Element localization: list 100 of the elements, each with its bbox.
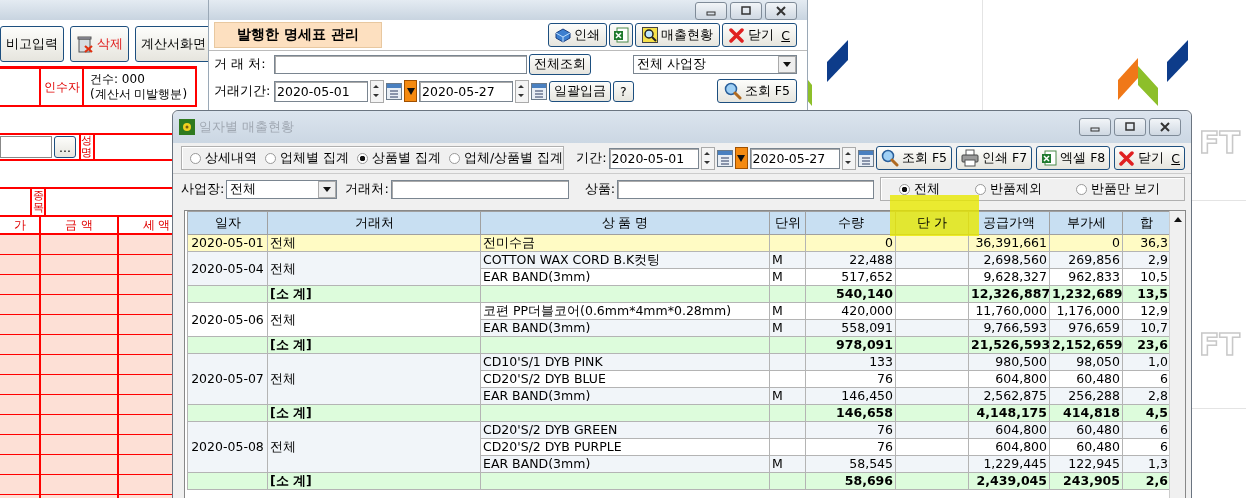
spin-button[interactable] [515,79,529,103]
close-icon [1119,150,1136,166]
radio-button[interactable] [190,152,201,164]
close-button[interactable] [1149,118,1181,136]
spin-button[interactable] [842,146,856,170]
period-label: 거래기간: [214,82,272,100]
table-cell: 2020-05-06 [187,302,268,337]
search-all-button[interactable]: 전체조회 [529,53,591,75]
calendar-icon[interactable] [716,149,733,167]
scroll-up-icon [1173,217,1182,222]
action-button[interactable]: 조회 F5 [875,146,953,170]
product-field[interactable] [617,179,875,199]
search-icon [723,82,742,100]
column-header: 금 액 [65,216,93,234]
radio-label[interactable]: 상품별 집계 [372,149,441,167]
magnifier-icon [642,27,659,43]
site-label: 사업장: [181,180,225,198]
count-note: (계산서 미발행분) [90,87,188,102]
calendar-icon[interactable] [857,149,874,167]
table-cell: 전체 [267,353,481,405]
recipient-label: 인수자 [43,78,80,96]
client-label: 거래처: [345,180,389,198]
column-header[interactable]: 일자 [187,211,268,235]
action-button[interactable]: 엑셀 F8 [1036,146,1111,170]
radio-button[interactable] [1076,183,1087,195]
trash-icon [76,35,94,53]
search-button[interactable]: 조회 F5 [716,79,797,103]
help-button[interactable]: ? [613,80,634,102]
client-field[interactable] [390,179,569,199]
calendar-icon[interactable] [386,82,402,100]
toolbar-button[interactable]: 인쇄 [548,23,608,47]
column-header[interactable]: 단위 [769,211,806,235]
caret-icon [323,186,332,192]
toolbar-button[interactable] [609,23,634,47]
search-icon [880,149,899,167]
dropdown-button[interactable] [404,80,417,102]
toolbar-button[interactable]: 비고입력 [0,26,64,62]
radio-label[interactable]: 반품제외 [989,180,1042,198]
maximize-button[interactable] [1114,118,1146,136]
column-header[interactable]: 상 품 명 [480,211,770,235]
spreadsheet-icon [613,27,630,43]
app-icon [179,119,195,135]
date-field[interactable]: 2020-05-01 [274,80,368,102]
close-icon [729,27,746,43]
column-header: 세 액 [142,216,171,234]
browse-button[interactable]: ... [54,136,76,158]
client-label: 거 래 처: [214,55,267,73]
toolbar-button[interactable]: 삭제 [70,26,129,62]
table-cell: 전체 [267,302,481,337]
table-cell: 2020-05-07 [187,353,268,405]
site-dropdown[interactable]: 전체 [226,179,338,199]
maximize-icon [741,6,751,16]
spreadsheet-icon [1041,150,1058,166]
close-button[interactable] [765,2,797,20]
radio-label[interactable]: 업체/상품별 집계 [463,149,564,167]
spin-button[interactable] [701,146,715,170]
item-label: 종목 [32,189,44,215]
site-dropdown[interactable]: 전체 사업장 [633,54,797,74]
radio-button[interactable] [265,152,276,164]
radio-button[interactable] [899,183,910,195]
input-field[interactable] [0,136,52,158]
radio-label[interactable]: 업체별 집계 [280,149,349,167]
date-field[interactable]: 2020-05-01 [608,147,700,169]
column-header[interactable]: 부가세 [1049,211,1123,235]
column-header[interactable]: 거래처 [267,211,481,235]
table-cell: 2020-05-08 [187,421,268,473]
name-label: 성명 [81,134,93,160]
radio-button[interactable] [448,152,460,164]
radio-button[interactable] [974,183,986,195]
column-header: 가 [13,216,26,234]
spin-button[interactable] [370,79,384,103]
period-label: 기간: [576,149,607,167]
column-header[interactable]: 합 [1122,211,1171,235]
date-field[interactable]: 2020-05-27 [749,147,841,169]
section-title: 발행한 명세표 관리 [214,22,382,48]
date-field[interactable]: 2020-05-27 [419,80,513,102]
maximize-icon [1125,122,1135,132]
radio-button[interactable] [357,152,368,164]
scrollbar[interactable] [1169,211,1185,498]
action-button[interactable]: 닫기 C [1114,146,1185,170]
caret-icon [737,154,746,162]
radio-label[interactable]: 반품만 보기 [1091,180,1160,198]
minimize-button[interactable] [695,2,727,20]
dropdown-button[interactable] [734,147,748,169]
action-button[interactable]: 인쇄 F7 [956,146,1033,170]
toolbar-button[interactable]: 닫기 C [722,23,797,47]
client-field[interactable] [274,54,527,74]
minimize-button[interactable] [1079,118,1111,136]
deposit-button[interactable]: 일괄입금 [549,80,611,102]
caret-icon [783,61,791,67]
toolbar-button[interactable]: 매출현황 [635,23,721,47]
count-text: 건수: 000 [90,72,145,87]
radio-label[interactable]: 전체 [914,180,940,198]
radio-label[interactable]: 상세내역 [205,149,257,167]
calendar-icon[interactable] [531,82,547,100]
table-cell: 전체 [267,421,481,473]
caret-icon [406,87,415,95]
maximize-button[interactable] [730,2,762,20]
close-icon [776,6,786,16]
close-icon [1160,122,1170,132]
